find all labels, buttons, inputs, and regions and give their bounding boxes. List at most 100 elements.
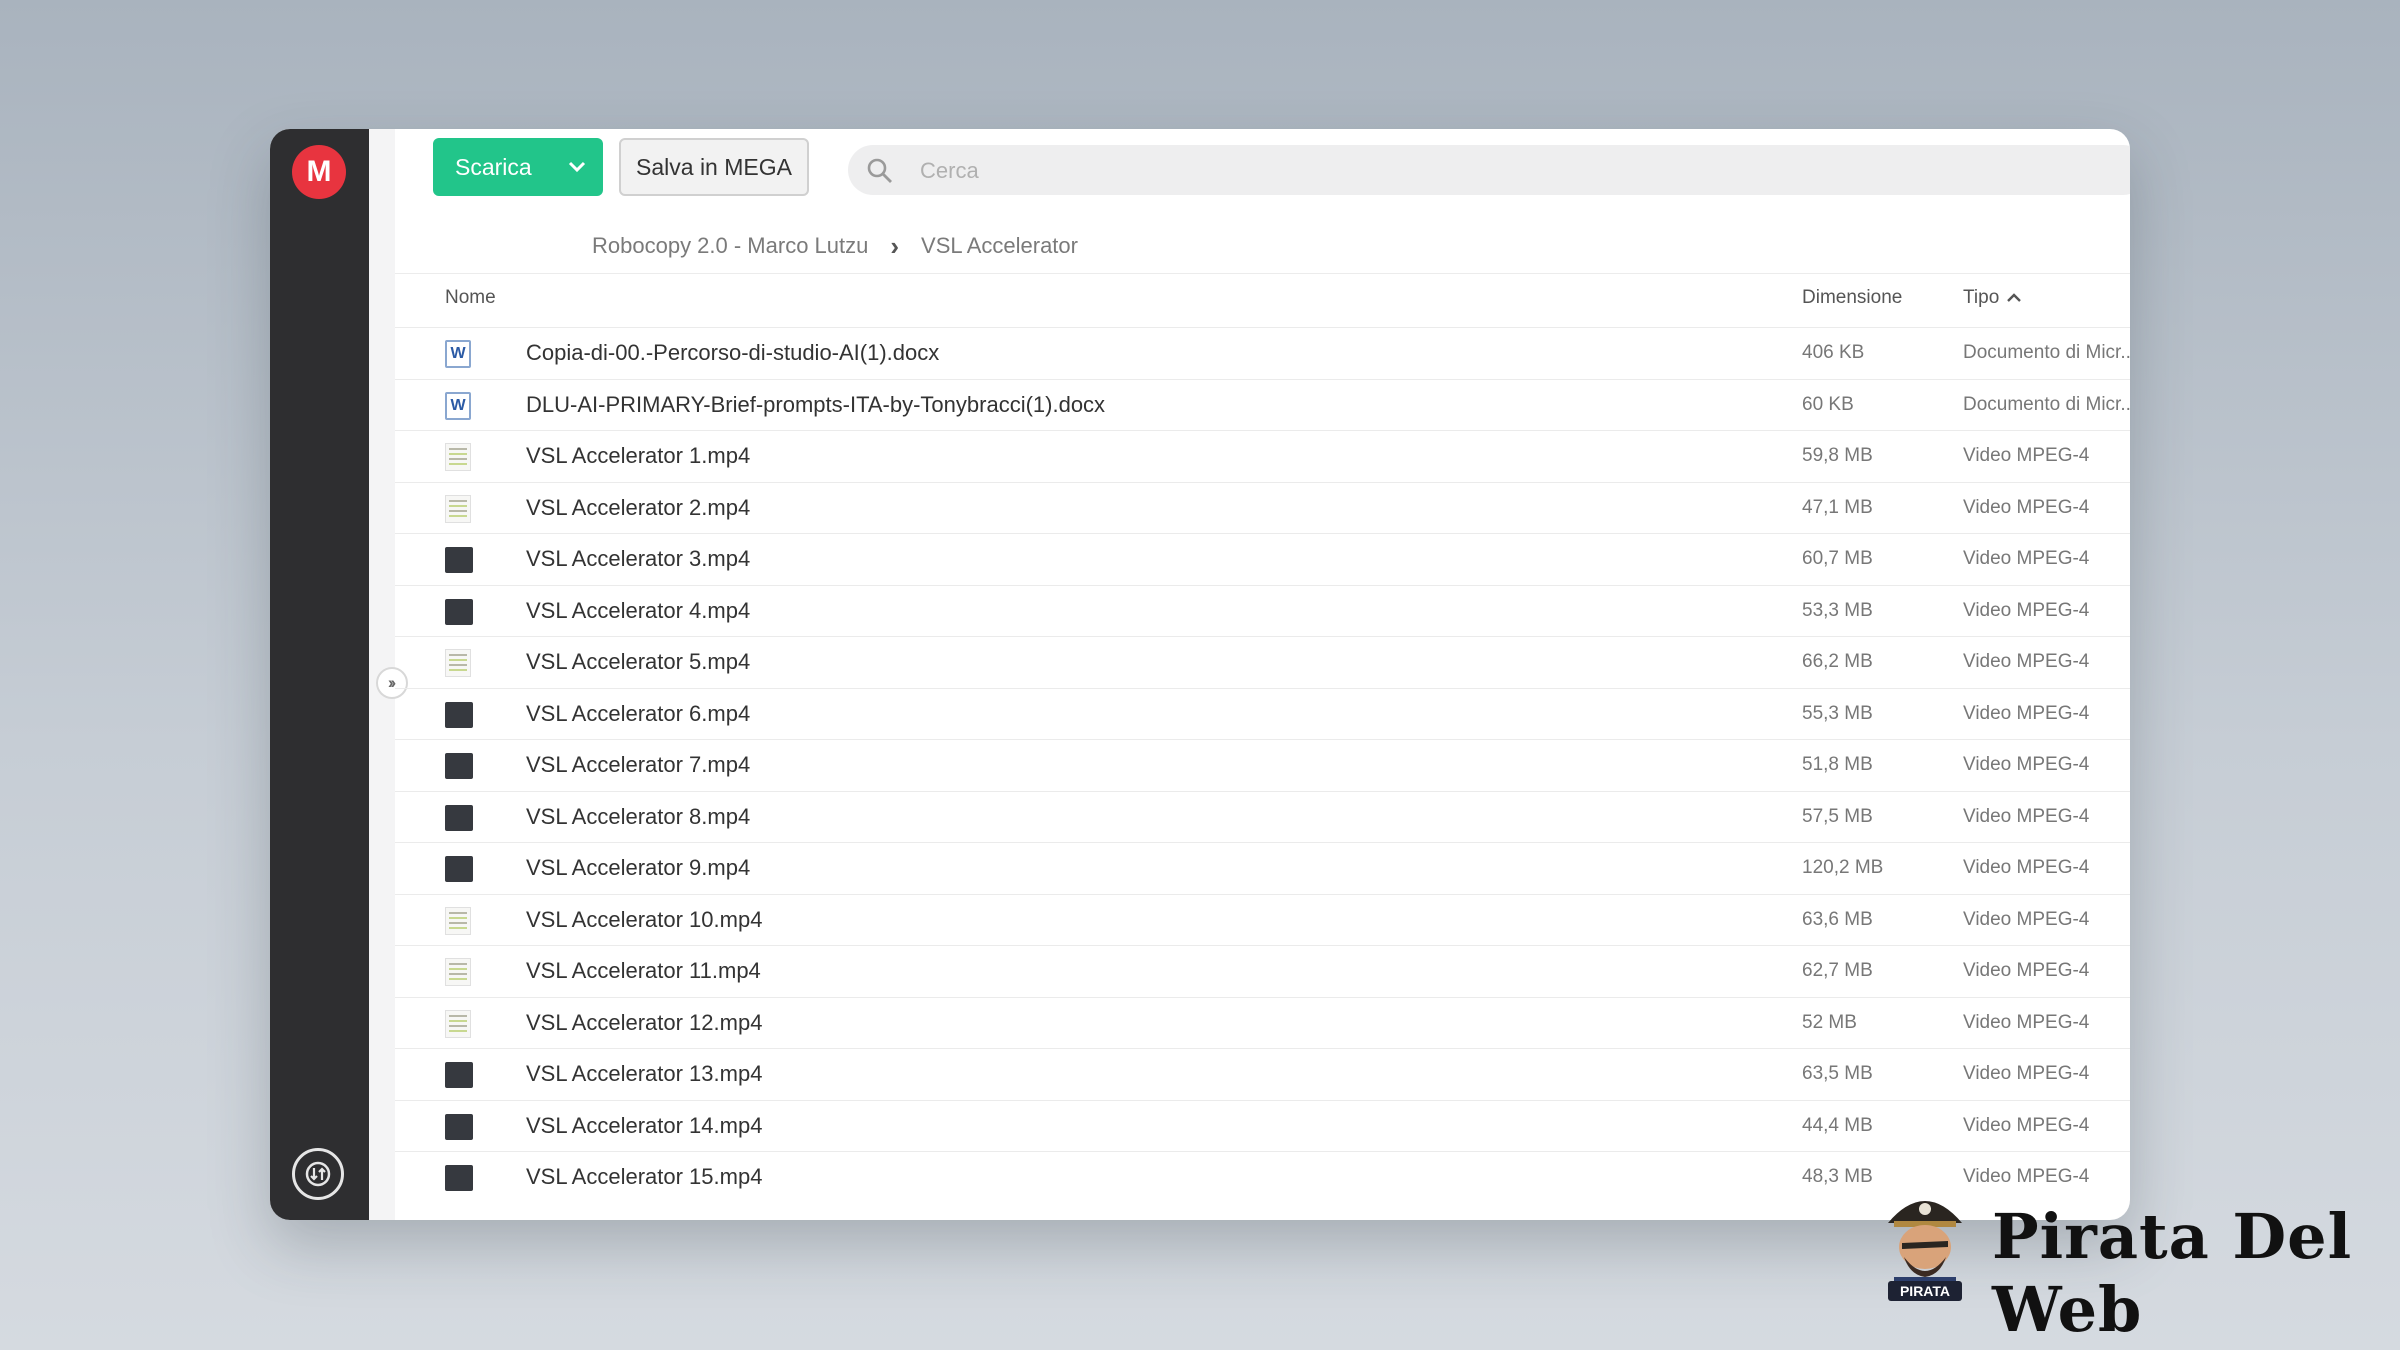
file-name: VSL Accelerator 15.mp4: [526, 1164, 763, 1189]
file-type: Video MPEG-4: [1963, 1114, 2090, 1136]
file-name: VSL Accelerator 2.mp4: [526, 494, 751, 520]
file-type: Video MPEG-4: [1963, 805, 2090, 827]
download-button-label: Scarica: [455, 153, 532, 180]
column-header-size[interactable]: Dimensione: [1802, 274, 1902, 322]
video-thumb-light: [445, 443, 473, 471]
file-list-header: Nome Dimensione Tipo: [395, 274, 2130, 322]
transfers-icon[interactable]: [292, 1148, 344, 1200]
video-thumb-dark: [445, 1061, 473, 1089]
file-type: Video MPEG-4: [1963, 1011, 2090, 1033]
file-row[interactable]: VSL Accelerator 9.mp4 120,2 MB Video MPEG-…: [395, 842, 2130, 894]
file-type: Video MPEG-4: [1963, 548, 2090, 569]
breadcrumb: Robocopy 2.0 - Marco Lutzu › VSL Acceler…: [592, 221, 1078, 271]
file-row[interactable]: VSL Accelerator 8.mp4 57,5 MB Video MPEG-4: [395, 790, 2130, 843]
file-size: 62,7 MB: [1802, 960, 1873, 981]
file-row[interactable]: VSL Accelerator 7.mp4 51,8 MB Video MPEG-4: [395, 739, 2130, 791]
file-name: VSL Accelerator 4.mp4: [526, 597, 751, 623]
search-bar[interactable]: [848, 145, 2130, 197]
file-row[interactable]: VSL Accelerator 1.mp4 59,8 MB Video MPEG-4: [395, 430, 2130, 482]
watermark-brand: Pirata Del Web: [1992, 1200, 2353, 1346]
file-size: 47,1 MB: [1802, 496, 1873, 518]
download-button[interactable]: Scarica: [433, 138, 603, 196]
save-to-mega-button[interactable]: Salva in MEGA: [619, 138, 809, 196]
file-row[interactable]: VSL Accelerator 6.mp4 55,3 MB Video MPEG-4: [395, 687, 2130, 740]
video-thumb-dark: [445, 598, 473, 626]
file-row[interactable]: VSL Accelerator 3.mp4 60,7 MB Video MPEG-4: [395, 533, 2130, 585]
file-size: 120,2 MB: [1802, 857, 1884, 878]
file-type: Documento di Micr...: [1963, 342, 2130, 363]
file-size: 63,6 MB: [1802, 908, 1873, 930]
file-list: W Copia-di-00.-Percorso-di-studio-AI(1).d…: [395, 327, 2130, 1203]
video-thumb-light: [445, 1009, 473, 1038]
breadcrumb-current: VSL Accelerator: [921, 233, 1078, 258]
file-name: VSL Accelerator 13.mp4: [526, 1061, 763, 1086]
file-type: Video MPEG-4: [1963, 1063, 2090, 1084]
file-name: VSL Accelerator 14.mp4: [526, 1112, 763, 1138]
word-icon: W: [445, 391, 473, 420]
file-name: VSL Accelerator 10.mp4: [526, 906, 763, 932]
file-type: Video MPEG-4: [1963, 754, 2090, 775]
chevron-down-icon[interactable]: [551, 138, 603, 196]
file-row[interactable]: VSL Accelerator 12.mp4 52 MB Video MPEG-4: [395, 996, 2130, 1049]
file-type: Video MPEG-4: [1963, 857, 2090, 878]
left-sidebar: M: [270, 129, 369, 1220]
file-size: 53,3 MB: [1802, 599, 1873, 621]
breadcrumb-parent[interactable]: Robocopy 2.0 - Marco Lutzu: [592, 233, 868, 259]
file-size: 57,5 MB: [1802, 805, 1873, 827]
video-thumb-dark: [445, 1113, 473, 1141]
watermark-badge: PIRATA: [1900, 1283, 1950, 1299]
file-name: VSL Accelerator 11.mp4: [526, 958, 761, 983]
file-name: VSL Accelerator 1.mp4: [526, 443, 751, 468]
file-size: 44,4 MB: [1802, 1114, 1873, 1136]
file-type: Video MPEG-4: [1963, 445, 2090, 466]
file-size: 66,2 MB: [1802, 651, 1873, 672]
file-row[interactable]: VSL Accelerator 10.mp4 63,6 MB Video MPEG-…: [395, 893, 2130, 946]
file-size: 60 KB: [1802, 393, 1854, 415]
file-name: VSL Accelerator 12.mp4: [526, 1009, 763, 1035]
word-icon: W: [445, 340, 473, 368]
file-row[interactable]: VSL Accelerator 11.mp4 62,7 MB Video MPEG-…: [395, 945, 2130, 997]
video-thumb-light: [445, 649, 473, 677]
video-thumb-dark: [445, 855, 473, 883]
file-type: Video MPEG-4: [1963, 1166, 2090, 1187]
column-header-name[interactable]: Nome: [445, 274, 496, 322]
file-row[interactable]: VSL Accelerator 14.mp4 44,4 MB Video MPEG-…: [395, 1099, 2130, 1152]
file-type: Video MPEG-4: [1963, 960, 2090, 981]
file-type: Video MPEG-4: [1963, 599, 2090, 621]
file-size: 51,8 MB: [1802, 754, 1873, 775]
file-type: Video MPEG-4: [1963, 496, 2090, 518]
file-name: VSL Accelerator 6.mp4: [526, 700, 751, 726]
file-name: VSL Accelerator 5.mp4: [526, 649, 751, 674]
column-header-type[interactable]: Tipo: [1963, 274, 1999, 322]
video-thumb-dark: [445, 804, 473, 832]
video-thumb-light: [445, 906, 473, 935]
file-row[interactable]: VSL Accelerator 5.mp4 66,2 MB Video MPEG-4: [395, 636, 2130, 688]
file-row[interactable]: W Copia-di-00.-Percorso-di-studio-AI(1).d…: [395, 327, 2130, 379]
save-to-mega-label: Salva in MEGA: [636, 153, 792, 180]
file-size: 63,5 MB: [1802, 1063, 1873, 1084]
file-row[interactable]: VSL Accelerator 15.mp4 48,3 MB Video MPEG-…: [395, 1151, 2130, 1203]
video-thumb-dark: [445, 752, 473, 780]
file-name: Copia-di-00.-Percorso-di-studio-AI(1).do…: [526, 340, 940, 365]
file-type: Video MPEG-4: [1963, 651, 2090, 672]
file-size: 59,8 MB: [1802, 445, 1873, 466]
file-row[interactable]: VSL Accelerator 4.mp4 53,3 MB Video MPEG-4: [395, 584, 2130, 637]
mega-logo-icon[interactable]: M: [292, 145, 346, 199]
file-row[interactable]: W DLU-AI-PRIMARY-Brief-prompts-ITA-by-Ton…: [395, 378, 2130, 431]
video-thumb-light: [445, 958, 473, 986]
file-size: 48,3 MB: [1802, 1166, 1873, 1187]
file-type: Video MPEG-4: [1963, 908, 2090, 930]
search-icon: [866, 157, 894, 190]
video-thumb-dark: [445, 1164, 473, 1192]
file-type: Documento di Micr...: [1963, 393, 2130, 415]
file-name: DLU-AI-PRIMARY-Brief-prompts-ITA-by-Tony…: [526, 391, 1106, 417]
chevron-right-icon: ›: [890, 230, 900, 261]
search-input[interactable]: [918, 145, 2022, 197]
sort-ascending-icon[interactable]: [2006, 288, 2022, 310]
mega-window: M ›› Scarica Salva in MEGA Robocopy 2.0 …: [270, 129, 2130, 1220]
file-size: 52 MB: [1802, 1011, 1857, 1033]
file-row[interactable]: VSL Accelerator 13.mp4 63,5 MB Video MPEG-…: [395, 1048, 2130, 1100]
file-row[interactable]: VSL Accelerator 2.mp4 47,1 MB Video MPEG-4: [395, 481, 2130, 534]
file-name: VSL Accelerator 9.mp4: [526, 855, 751, 880]
file-name: VSL Accelerator 7.mp4: [526, 752, 751, 777]
